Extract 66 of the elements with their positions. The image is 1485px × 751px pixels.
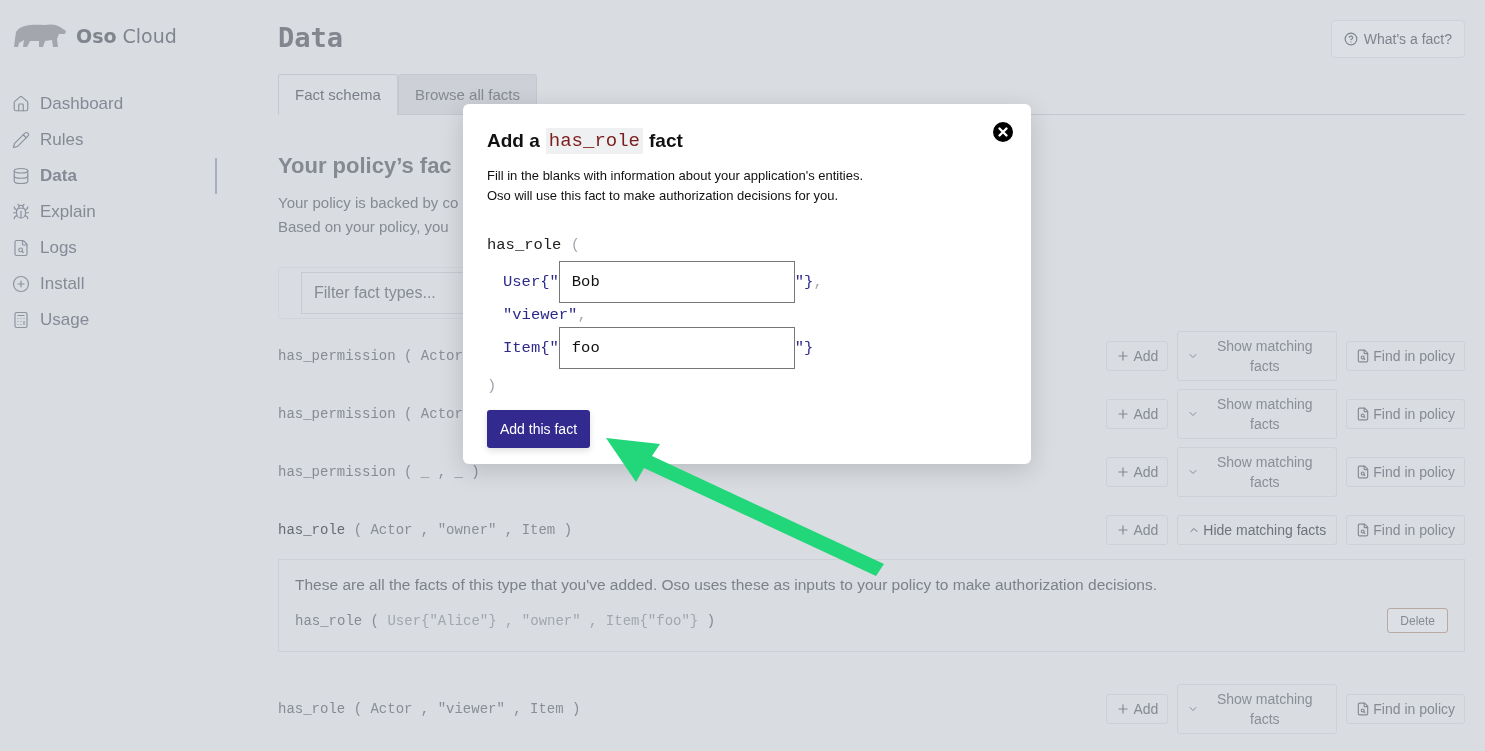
pencil-icon	[12, 131, 30, 149]
value-field[interactable]: Bob	[558, 261, 795, 303]
document-search-icon	[1356, 465, 1371, 479]
nav-item[interactable]: Install	[12, 266, 217, 302]
toggle-matching-button[interactable]: Show matching facts	[1177, 331, 1338, 381]
tab[interactable]: Fact schema	[278, 74, 398, 115]
document-search-icon	[1356, 702, 1371, 716]
code-text: Item{"	[503, 339, 559, 357]
toggle-matching-button[interactable]: Show matching facts	[1177, 447, 1338, 497]
find-in-policy-button[interactable]: Find in policy	[1346, 694, 1465, 724]
close-icon[interactable]	[993, 122, 1013, 142]
add-button[interactable]: Add	[1106, 399, 1169, 429]
page-title: Data	[278, 21, 344, 55]
fact-signature: has_permission ( Actor	[278, 406, 463, 422]
plus-icon	[1116, 465, 1131, 479]
plus-icon	[1116, 523, 1131, 537]
find-in-policy-button[interactable]: Find in policy	[1346, 341, 1465, 371]
find-in-policy-button[interactable]: Find in policy	[1346, 457, 1465, 487]
bear-logo-icon	[12, 22, 68, 50]
calculator-icon	[12, 311, 30, 329]
add-button[interactable]: Add	[1106, 457, 1169, 487]
database-icon	[12, 167, 30, 185]
nav-item[interactable]: Rules	[12, 122, 217, 158]
find-in-policy-button[interactable]: Find in policy	[1346, 399, 1465, 429]
help-icon	[1343, 32, 1358, 46]
nav-item[interactable]: Explain	[12, 194, 217, 230]
plus-circle-icon	[12, 275, 30, 293]
fact-signature: has_role ( Actor , "viewer" , Item )	[278, 701, 581, 717]
document-search-icon	[1356, 349, 1371, 363]
plus-icon	[1116, 349, 1131, 363]
section-heading: Your policy’s fac	[278, 152, 452, 180]
add-fact-button[interactable]: Add this fact	[487, 410, 591, 448]
document-search-icon	[1356, 407, 1371, 421]
logo-text: Oso Cloud	[76, 25, 177, 47]
add-button[interactable]: Add	[1106, 515, 1169, 545]
value-field[interactable]: foo	[558, 327, 795, 369]
add-button[interactable]: Add	[1106, 694, 1169, 724]
bug-icon	[12, 203, 30, 221]
nav-item[interactable]: Data	[12, 158, 217, 194]
code-text: "viewer",	[503, 306, 587, 324]
fact-signature: has_permission ( Actor	[278, 348, 463, 364]
home-icon	[12, 95, 30, 113]
code-text: )	[487, 376, 497, 395]
help-button[interactable]: What's a fact?	[1330, 20, 1465, 58]
plus-icon	[1116, 702, 1131, 716]
document-search-icon	[1356, 523, 1371, 537]
code-text: has_role (	[487, 235, 581, 254]
dialog-description: Fill in the blanks with information about your application's entities. Oso will use this fact to make authorization decisions for you.	[487, 167, 865, 205]
nav-item[interactable]: Logs	[12, 230, 217, 266]
code-text: "},	[794, 273, 823, 291]
code-text: "}	[794, 339, 814, 357]
nav-item[interactable]: Usage	[12, 302, 217, 338]
fact-signature: has_permission ( _ , _ )	[278, 464, 480, 480]
code-text: User{"	[503, 273, 559, 291]
toggle-matching-button[interactable]: Hide matching facts	[1177, 515, 1338, 545]
document-search-icon	[12, 239, 30, 257]
intro-text: Your policy is backed by co Based on your policy, you	[278, 193, 459, 237]
delete-button[interactable]: Delete	[1387, 608, 1448, 633]
plus-icon	[1116, 407, 1131, 421]
fact-signature: has_role ( Actor , "owner" , Item )	[278, 522, 573, 538]
add-button[interactable]: Add	[1106, 341, 1169, 371]
panel-text: These are all the facts of this type that you've added. Oso uses these as inputs to your policy to make authorization decisions.	[295, 576, 1158, 594]
find-in-policy-button[interactable]: Find in policy	[1346, 515, 1465, 545]
nav-item[interactable]: Dashboard	[12, 86, 217, 122]
toggle-matching-button[interactable]: Show matching facts	[1177, 389, 1338, 439]
toggle-matching-button[interactable]: Show matching facts	[1177, 684, 1338, 734]
